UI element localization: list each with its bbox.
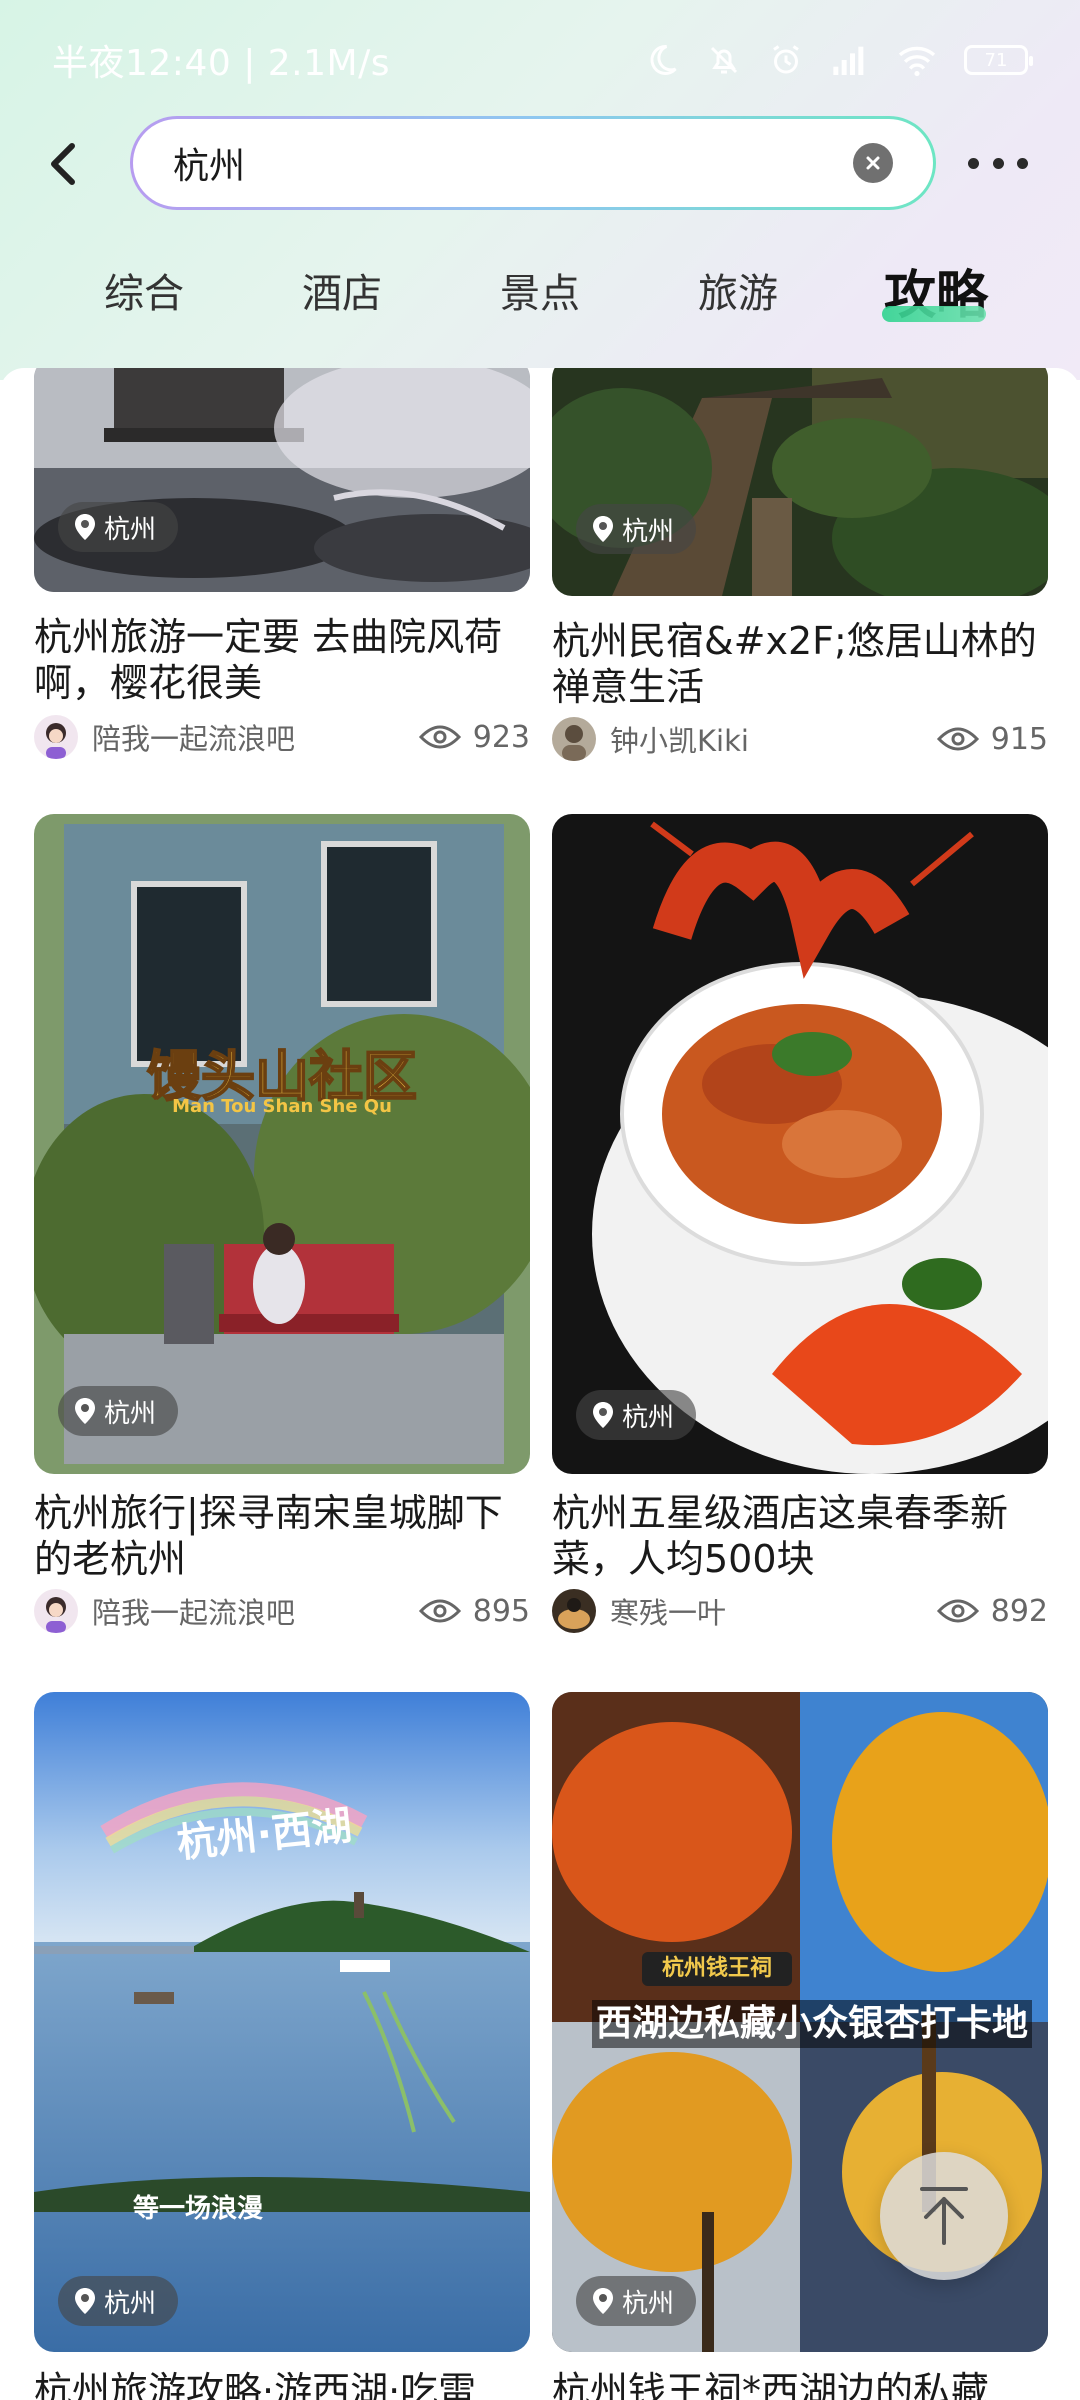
search-input-wrapper: 杭州 [133,119,933,207]
card-meta: 钟小凯Kiki 915 [552,714,1048,764]
author-name[interactable]: 钟小凯Kiki [610,718,937,760]
chevron-left-icon [51,143,75,185]
location-pin-icon [593,2288,613,2314]
tab-attractions[interactable]: 景点 [460,250,620,330]
avatar[interactable] [552,1589,596,1633]
card-title[interactable]: 杭州五星级酒店这桌春季新菜，人均500块 [552,1490,1048,1582]
location-label: 杭州 [104,1398,157,1429]
status-icons: 71 [644,42,1033,78]
location-label: 杭州 [622,2288,675,2319]
more-dot [1017,157,1028,169]
search-row: 杭州 [0,116,1080,212]
card-title[interactable]: 杭州旅游攻略·游西湖·吃雷 [34,2368,530,2400]
eye-icon [418,725,461,749]
card-image: 馒头山社区 Man Tou Shan She Qu 杭州 [34,814,530,1474]
card-image: 杭州 [552,368,1048,596]
more-options-button[interactable] [968,148,1028,178]
back-button[interactable] [44,140,84,188]
location-badge: 杭州 [576,2276,697,2326]
location-badge: 杭州 [576,1390,697,1440]
alarm-icon [773,45,799,74]
eye-icon [936,727,979,751]
guide-feed[interactable]: 杭州 杭州旅游一定要 去曲院风荷啊，樱花很美 陪我一起流浪吧 923 杭州 杭州… [0,368,1080,2400]
battery-level: 71 [984,49,1008,71]
avatar[interactable] [34,1589,78,1633]
clear-circle-icon [866,156,880,170]
more-dot [992,157,1004,169]
card-image: 杭州 [34,368,530,592]
view-count: 915 [936,721,1048,757]
avatar[interactable] [34,715,78,759]
author-name[interactable]: 陪我一起流浪吧 [92,1590,419,1632]
active-tab-indicator [882,306,986,322]
status-time: 半夜12:40 | 2.1M/s [52,43,390,84]
arrow-up-icon [920,2187,968,2245]
guide-card[interactable]: 杭州 杭州民宿&#x2F;悠居山林的禅意生活 钟小凯Kiki 915 [552,368,1048,798]
location-label: 杭州 [622,1402,675,1433]
tab-comprehensive[interactable]: 综合 [64,250,224,330]
wifi-icon [898,46,936,77]
tab-hotels[interactable]: 酒店 [262,250,422,330]
author-name[interactable]: 寒残一叶 [610,1590,937,1632]
card-meta: 寒残一叶 892 [552,1586,1048,1636]
view-count-value: 923 [472,719,530,755]
location-pin-icon [75,1398,95,1424]
location-label: 杭州 [104,514,157,545]
location-badge: 杭州 [576,504,697,554]
guide-card[interactable]: 杭州·西湖 等一场浪漫 杭州 杭州旅游攻略·游西湖·吃雷 [34,1692,530,2400]
card-image: 杭州 [552,814,1048,1474]
view-count: 923 [418,719,530,755]
view-count-value: 892 [990,1593,1048,1629]
card-meta: 陪我一起流浪吧 923 [34,712,530,762]
more-dots-icon [968,157,979,169]
view-count: 895 [418,1593,530,1629]
guide-card[interactable]: 杭州 杭州五星级酒店这桌春季新菜，人均500块 寒残一叶 892 [552,814,1048,1678]
image-overlay-subtitle: Man Tou Shan She Qu [172,1096,392,1117]
card-title[interactable]: 杭州钱王祠*西湖边的私藏 [552,2368,1048,2400]
location-badge: 杭州 [58,2276,179,2326]
card-title[interactable]: 杭州旅行|探寻南宋皇城脚下的老杭州 [34,1490,530,1582]
moon-icon [650,44,677,75]
image-overlay-subtitle: 等一场浪漫 [132,2194,263,2224]
view-count-value: 895 [472,1593,530,1629]
bell-off-icon [710,46,738,74]
guide-card[interactable]: 杭州钱王祠 西湖边私藏小众银杏打卡地 杭州 杭州钱王祠*西湖边的私藏 [552,1692,1048,2400]
card-title[interactable]: 杭州旅游一定要 去曲院风荷啊，樱花很美 [34,614,530,706]
eye-icon [936,1599,979,1623]
view-count: 892 [936,1593,1048,1629]
search-box[interactable]: 杭州 [130,116,936,210]
card-title[interactable]: 杭州民宿&#x2F;悠居山林的禅意生活 [552,618,1048,710]
guide-card[interactable]: 馒头山社区 Man Tou Shan She Qu 杭州 杭州旅行|探寻南宋皇城… [34,814,530,1678]
back-to-top-button[interactable] [880,2152,1008,2280]
eye-icon [418,1599,461,1623]
clear-search-button[interactable] [853,143,893,183]
location-pin-icon [593,516,613,542]
search-input[interactable]: 杭州 [173,137,853,189]
location-badge: 杭州 [58,1386,179,1436]
card-image: 杭州·西湖 等一场浪漫 杭州 [34,1692,530,2352]
author-name[interactable]: 陪我一起流浪吧 [92,716,419,758]
location-label: 杭州 [622,516,675,547]
signal-icon [833,46,864,75]
tab-travel[interactable]: 旅游 [658,250,818,330]
location-pin-icon [593,1402,613,1428]
view-count-value: 915 [990,721,1048,757]
location-label: 杭州 [104,2288,157,2319]
location-pin-icon [75,514,95,540]
status-bar: 半夜12:40 | 2.1M/s 71 [0,0,1080,120]
location-pin-icon [75,2288,95,2314]
image-overlay-tag: 杭州钱王祠 [642,1952,792,1986]
guide-card[interactable]: 杭州 杭州旅游一定要 去曲院风荷啊，樱花很美 陪我一起流浪吧 923 [34,368,530,798]
card-meta: 陪我一起流浪吧 895 [34,1586,530,1636]
image-overlay-title: 西湖边私藏小众银杏打卡地 [592,2000,1032,2048]
battery-icon: 71 [964,45,1033,75]
avatar[interactable] [552,717,596,761]
location-badge: 杭州 [58,502,179,552]
